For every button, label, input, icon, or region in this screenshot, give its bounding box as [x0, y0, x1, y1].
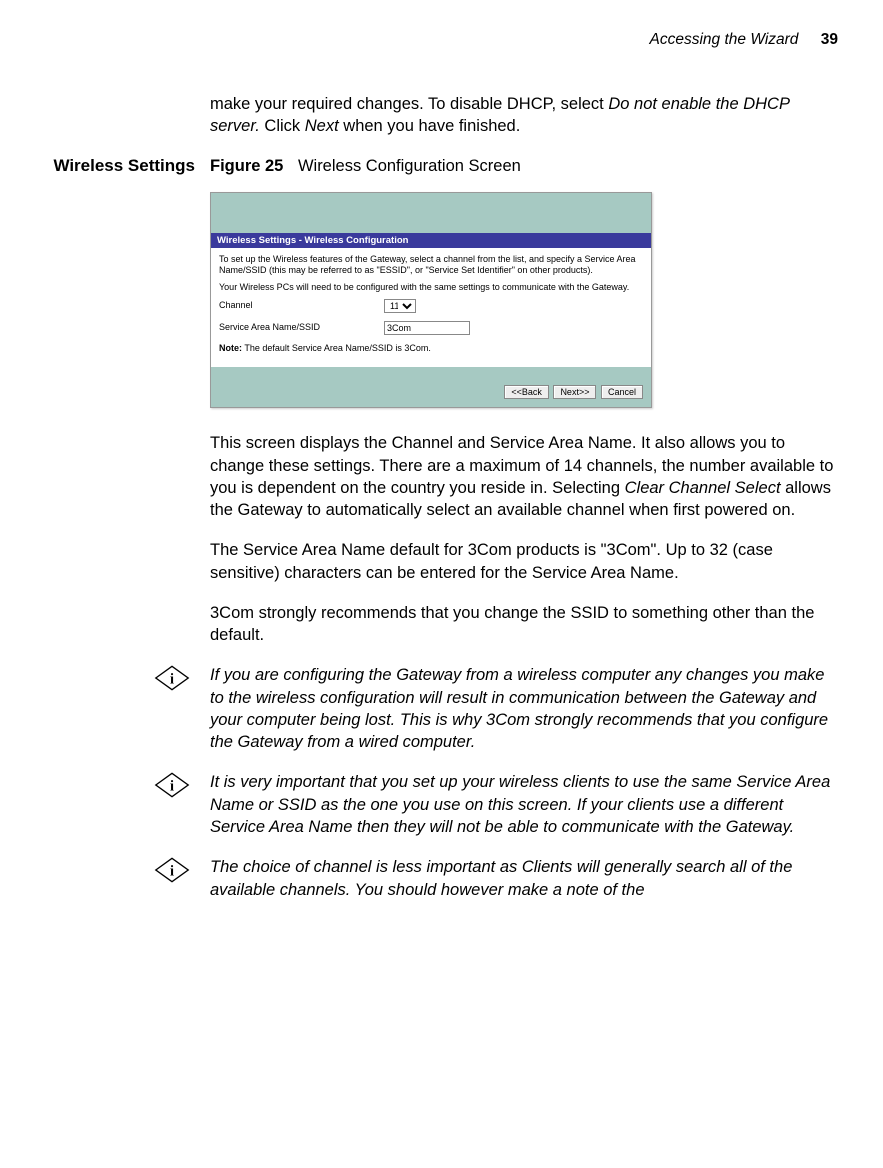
section-heading: Wireless Settings: [10, 155, 205, 664]
screenshot-top-bar: [211, 193, 651, 233]
screenshot-body: To set up the Wireless features of the G…: [211, 248, 651, 367]
note-text: The default Service Area Name/SSID is 3C…: [242, 343, 431, 353]
svg-text:i: i: [170, 779, 174, 795]
screenshot-footer: <<Back Next>> Cancel: [211, 367, 651, 407]
info-icon: i: [154, 856, 190, 884]
figure-caption: Figure 25 Wireless Configuration Screen: [210, 155, 838, 177]
ssid-label: Service Area Name/SSID: [219, 322, 384, 333]
info-note-1-text: If you are configuring the Gateway from …: [205, 664, 838, 753]
intro-paragraph: make your required changes. To disable D…: [210, 93, 838, 138]
info-icon: i: [154, 664, 190, 692]
svg-text:i: i: [170, 672, 174, 688]
figure-title: Wireless Configuration Screen: [298, 157, 521, 175]
screenshot-note: Note: The default Service Area Name/SSID…: [219, 343, 643, 354]
next-button[interactable]: Next>>: [553, 385, 596, 399]
wireless-config-screen: Wireless Settings - Wireless Configurati…: [210, 192, 652, 409]
info-note-3: i The choice of channel is less importan…: [10, 856, 838, 901]
screenshot-text-2: Your Wireless PCs will need to be config…: [219, 282, 643, 293]
section-heading-row: Wireless Settings Figure 25 Wireless Con…: [10, 155, 838, 664]
intro-row: make your required changes. To disable D…: [10, 93, 838, 156]
info-icon: i: [154, 771, 190, 799]
cancel-button[interactable]: Cancel: [601, 385, 643, 399]
info-note-2-text: It is very important that you set up you…: [205, 771, 838, 838]
info-note-1: i If you are configuring the Gateway fro…: [10, 664, 838, 753]
body-paragraph-2: The Service Area Name default for 3Com p…: [210, 539, 838, 584]
screenshot-banner: Wireless Settings - Wireless Configurati…: [211, 233, 651, 248]
document-page: Accessing the Wizard 39 make your requir…: [0, 0, 883, 931]
screenshot-text-1: To set up the Wireless features of the G…: [219, 254, 643, 276]
ssid-input[interactable]: [384, 321, 470, 335]
intro-left-margin: [10, 93, 205, 156]
channel-select[interactable]: 11: [384, 299, 416, 313]
page-header: Accessing the Wizard 39: [10, 30, 838, 51]
body-paragraph-1: This screen displays the Channel and Ser…: [210, 432, 838, 521]
channel-label: Channel: [219, 300, 384, 311]
svg-text:i: i: [170, 864, 174, 880]
info-note-3-text: The choice of channel is less important …: [205, 856, 838, 901]
figure-label: Figure 25: [210, 157, 283, 175]
ssid-row: Service Area Name/SSID: [219, 321, 643, 335]
back-button[interactable]: <<Back: [504, 385, 549, 399]
channel-row: Channel 11: [219, 299, 643, 313]
info-note-2: i It is very important that you set up y…: [10, 771, 838, 838]
body-paragraph-3: 3Com strongly recommends that you change…: [210, 602, 838, 647]
page-number: 39: [821, 31, 838, 48]
embedded-screenshot: Wireless Settings - Wireless Configurati…: [210, 192, 838, 409]
header-title: Accessing the Wizard: [650, 31, 799, 48]
note-label: Note:: [219, 343, 242, 353]
